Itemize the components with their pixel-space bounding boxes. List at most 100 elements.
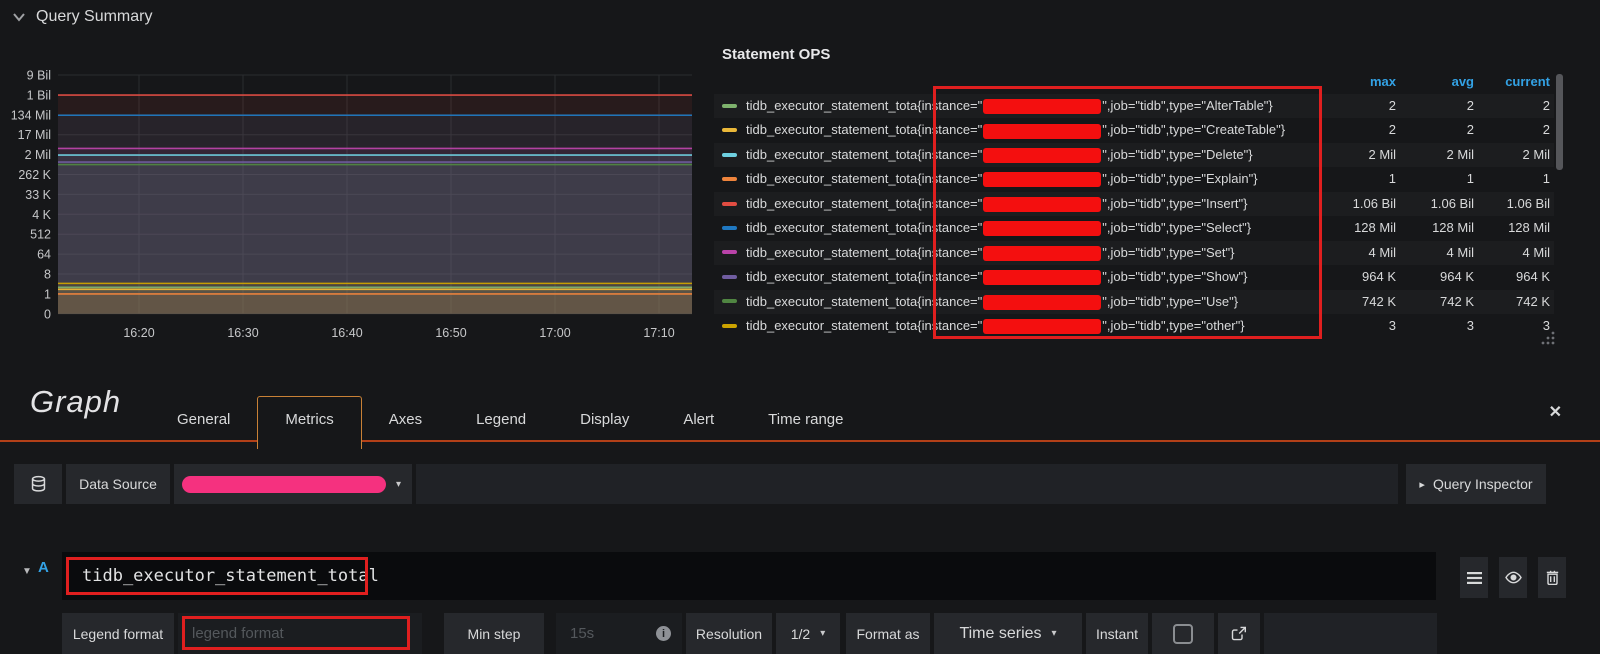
query-inspector-button[interactable]: ▸ Query Inspector xyxy=(1406,464,1546,504)
series-max-value: 964 K xyxy=(1326,265,1396,289)
series-max-value: 4 Mil xyxy=(1326,241,1396,265)
legend-row: tidb_executor_statement_tota{instance=""… xyxy=(714,265,1554,289)
series-name[interactable]: tidb_executor_statement_tota{instance=""… xyxy=(746,171,1258,186)
datasource-select[interactable]: ▾ xyxy=(174,464,412,504)
legend-header: max avg current xyxy=(714,74,1554,96)
series-name[interactable]: tidb_executor_statement_tota{instance=""… xyxy=(746,220,1251,235)
legend-format-input[interactable] xyxy=(178,613,422,654)
series-name[interactable]: tidb_executor_statement_tota{instance=""… xyxy=(746,147,1253,162)
min-step-label: Min step xyxy=(468,626,521,642)
tab-metrics[interactable]: Metrics xyxy=(257,396,361,449)
series-current-value: 4 Mil xyxy=(1478,241,1550,265)
legend-col-current[interactable]: current xyxy=(1478,74,1550,89)
series-color-swatch[interactable] xyxy=(722,128,737,132)
legend-row: tidb_executor_statement_tota{instance=""… xyxy=(714,167,1554,191)
statement-ops-chart[interactable]: 9 Bil1 Bil134 Mil17 Mil2 Mil262 K33 K4 K… xyxy=(8,58,708,358)
tab-display[interactable]: Display xyxy=(553,397,656,442)
query-collapse-caret[interactable]: ▼ xyxy=(22,566,32,577)
series-name[interactable]: tidb_executor_statement_tota{instance=""… xyxy=(746,196,1247,211)
editor-header: Graph GeneralMetricsAxesLegendDisplayAle… xyxy=(0,376,1600,442)
series-color-swatch[interactable] xyxy=(722,324,737,328)
legend-row: tidb_executor_statement_tota{instance=""… xyxy=(714,143,1554,167)
svg-text:1 Bil: 1 Bil xyxy=(27,88,51,102)
legend-row: tidb_executor_statement_tota{instance=""… xyxy=(714,192,1554,216)
series-color-swatch[interactable] xyxy=(722,299,737,303)
legend-col-max[interactable]: max xyxy=(1326,74,1396,89)
series-current-value: 742 K xyxy=(1478,290,1550,314)
options-row-filler xyxy=(1264,613,1437,654)
svg-text:262 K: 262 K xyxy=(18,168,51,182)
legend-col-avg[interactable]: avg xyxy=(1404,74,1474,89)
series-current-value: 2 xyxy=(1478,94,1550,118)
series-color-swatch[interactable] xyxy=(722,275,737,279)
redaction-pill-datasource xyxy=(182,476,386,493)
series-name[interactable]: tidb_executor_statement_tota{instance=""… xyxy=(746,269,1247,284)
close-icon[interactable]: ✕ xyxy=(1549,402,1562,422)
series-max-value: 2 Mil xyxy=(1326,143,1396,167)
series-avg-value: 742 K xyxy=(1404,290,1474,314)
query-ref-id[interactable]: A xyxy=(38,559,49,576)
query-menu-button[interactable] xyxy=(1460,557,1488,598)
svg-text:17:10: 17:10 xyxy=(643,326,674,340)
series-avg-value: 964 K xyxy=(1404,265,1474,289)
series-current-value: 1 xyxy=(1478,167,1550,191)
triangle-right-icon: ▸ xyxy=(1419,478,1425,491)
svg-text:17 Mil: 17 Mil xyxy=(18,128,51,142)
query-disable-button[interactable] xyxy=(1499,557,1527,598)
grafana-panel-editor: Query Summary 9 Bil1 Bil134 Mil17 Mil2 M… xyxy=(0,0,1600,654)
query-delete-button[interactable] xyxy=(1538,557,1566,598)
query-expression-input[interactable]: tidb_executor_statement_total xyxy=(62,552,1436,600)
info-icon[interactable]: i xyxy=(656,626,671,641)
redaction-blob-instance xyxy=(983,124,1101,139)
format-as-select[interactable]: Time series ▾ xyxy=(934,613,1082,654)
query-inspector-label: Query Inspector xyxy=(1433,476,1533,492)
panel-resize-handle[interactable] xyxy=(1540,330,1556,346)
redaction-blob-instance xyxy=(983,99,1101,114)
query-expression-text: tidb_executor_statement_total xyxy=(82,566,379,586)
tab-axes[interactable]: Axes xyxy=(362,397,449,442)
chevron-down-icon xyxy=(12,12,26,22)
tab-alert[interactable]: Alert xyxy=(656,397,741,442)
series-current-value: 2 xyxy=(1478,118,1550,142)
series-name[interactable]: tidb_executor_statement_tota{instance=""… xyxy=(746,294,1238,309)
redaction-blob-instance xyxy=(983,148,1101,163)
series-color-swatch[interactable] xyxy=(722,202,737,206)
redaction-blob-instance xyxy=(983,197,1101,212)
tab-time-range[interactable]: Time range xyxy=(741,397,870,442)
legend-format-label-cell: Legend format xyxy=(62,613,174,654)
redaction-blob-instance xyxy=(983,270,1101,285)
query-summary-row[interactable]: Query Summary xyxy=(12,8,152,26)
tab-general[interactable]: General xyxy=(150,397,257,442)
series-avg-value: 2 Mil xyxy=(1404,143,1474,167)
series-color-swatch[interactable] xyxy=(722,177,737,181)
series-name[interactable]: tidb_executor_statement_tota{instance=""… xyxy=(746,245,1234,260)
series-color-swatch[interactable] xyxy=(722,153,737,157)
series-avg-value: 2 xyxy=(1404,118,1474,142)
series-name[interactable]: tidb_executor_statement_tota{instance=""… xyxy=(746,98,1273,113)
redaction-blob-instance xyxy=(983,172,1101,187)
legend-scrollbar[interactable] xyxy=(1556,74,1563,170)
svg-text:16:50: 16:50 xyxy=(435,326,466,340)
series-color-swatch[interactable] xyxy=(722,226,737,230)
series-color-swatch[interactable] xyxy=(722,104,737,108)
legend-row: tidb_executor_statement_tota{instance=""… xyxy=(714,94,1554,118)
redaction-blob-instance xyxy=(983,221,1101,236)
instant-checkbox[interactable] xyxy=(1173,624,1193,644)
series-name[interactable]: tidb_executor_statement_tota{instance=""… xyxy=(746,318,1245,333)
series-max-value: 1.06 Bil xyxy=(1326,192,1396,216)
chevron-down-icon: ▾ xyxy=(396,479,401,490)
series-current-value: 964 K xyxy=(1478,265,1550,289)
svg-text:512: 512 xyxy=(30,228,51,242)
resolution-label-cell: Resolution xyxy=(686,613,772,654)
min-step-label-cell: Min step xyxy=(444,613,544,654)
resolution-select[interactable]: 1/2 ▾ xyxy=(776,613,840,654)
series-color-swatch[interactable] xyxy=(722,250,737,254)
min-step-input[interactable] xyxy=(556,613,656,654)
legend-row: tidb_executor_statement_tota{instance=""… xyxy=(714,118,1554,142)
datasource-label: Data Source xyxy=(79,476,157,492)
series-name[interactable]: tidb_executor_statement_tota{instance=""… xyxy=(746,122,1285,137)
series-avg-value: 1 xyxy=(1404,167,1474,191)
share-icon[interactable] xyxy=(1231,626,1247,641)
svg-text:8: 8 xyxy=(44,268,51,282)
tab-legend[interactable]: Legend xyxy=(449,397,553,442)
